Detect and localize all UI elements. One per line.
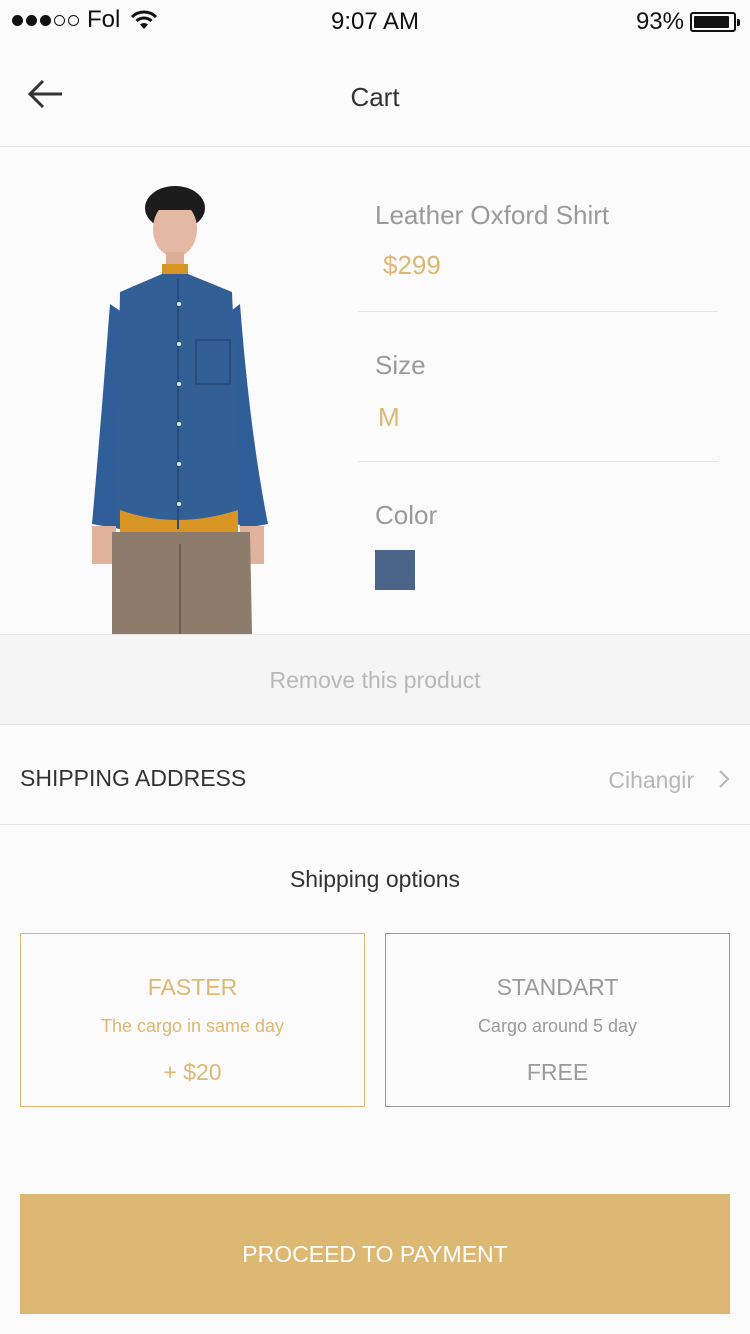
navigation-bar: Cart (0, 40, 750, 147)
option-price: FREE (526, 1059, 589, 1085)
proceed-to-payment-button[interactable]: PROCEED TO PAYMENT (20, 1194, 730, 1314)
cart-product: Leather Oxford Shirt $299 Size M Color (0, 148, 750, 634)
option-description: Cargo around 5 day (477, 1016, 638, 1036)
shipping-option-faster[interactable]: FASTER The cargo in same day + $20 (20, 933, 365, 1107)
battery-status: 93% (635, 8, 740, 36)
product-name-price: Leather Oxford Shirt $299 (358, 148, 718, 312)
battery-percent: 93% (635, 8, 684, 35)
option-description: The cargo in same day (100, 1016, 285, 1036)
size-value: M (378, 402, 400, 432)
option-name: STANDART (496, 974, 619, 1000)
remove-product-button[interactable]: Remove this product (0, 634, 750, 725)
page-title: Cart (350, 82, 400, 112)
shipping-option-standart[interactable]: STANDART Cargo around 5 day FREE (385, 933, 730, 1107)
product-image (92, 186, 268, 634)
shipping-address-label: SHIPPING ADDRESS (20, 765, 247, 791)
battery-icon (690, 12, 740, 32)
status-bar: Fol 9:07 AM 93% (0, 0, 750, 40)
product-size: Size M (358, 312, 718, 462)
product-price: $299 (383, 250, 441, 280)
size-label: Size (375, 350, 426, 380)
color-label: Color (375, 500, 438, 530)
product-color: Color (358, 462, 718, 634)
shipping-address-value: Cihangir (608, 767, 694, 793)
color-swatch (375, 550, 415, 590)
option-price: + $20 (163, 1059, 222, 1085)
product-name: Leather Oxford Shirt (375, 200, 610, 230)
option-name: FASTER (147, 974, 238, 1000)
shipping-address-row[interactable]: SHIPPING ADDRESS Cihangir (0, 725, 750, 825)
chevron-right-icon (719, 770, 730, 788)
shipping-options-title: Shipping options (289, 866, 461, 892)
